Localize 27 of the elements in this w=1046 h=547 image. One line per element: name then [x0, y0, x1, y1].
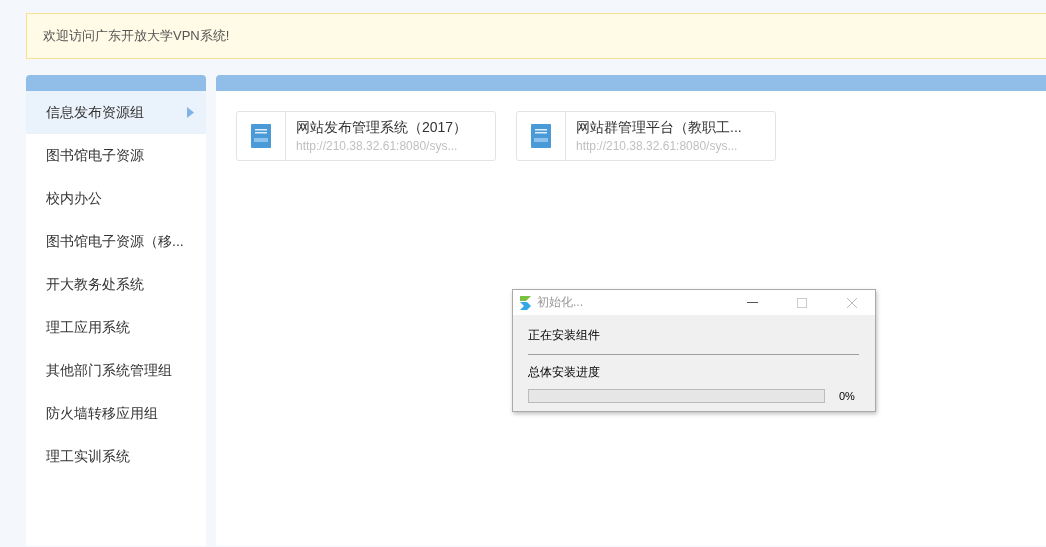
maximize-icon[interactable]: [797, 297, 807, 308]
minimize-icon[interactable]: [746, 301, 758, 304]
dialog-title: 初始化...: [537, 294, 584, 311]
progress-reading: 0%: [839, 390, 855, 402]
sidebar-item[interactable]: 理工应用系统: [26, 306, 206, 349]
sidebar-item[interactable]: 图书馆电子资源: [26, 134, 206, 177]
welcome-banner: 欢迎访问广东开放大学VPN系统!: [26, 13, 1046, 59]
resource-url: http://210.38.32.61:8080/sys...: [576, 139, 739, 153]
close-icon[interactable]: [847, 297, 857, 308]
resource-title: 网站群管理平台（教职工...: [576, 119, 742, 137]
sidebar-item[interactable]: 信息发布资源组: [26, 91, 206, 134]
resource-url: http://210.38.32.61:8080/sys...: [296, 139, 459, 153]
resource-card[interactable]: 网站群管理平台（教职工... http://210.38.32.61:8080/sys...: [516, 111, 776, 161]
status-text: 正在安装组件: [528, 327, 859, 355]
document-icon: [251, 124, 271, 148]
sidebar-item[interactable]: 其他部门系统管理组: [26, 349, 206, 392]
sidebar-item[interactable]: 校内办公: [26, 177, 206, 220]
app-logo-icon: [517, 294, 533, 311]
sidebar-item[interactable]: 理工实训系统: [26, 435, 206, 478]
sidebar-item[interactable]: 图书馆电子资源（移...: [26, 220, 206, 263]
resource-title: 网站发布管理系统（2017）: [296, 119, 468, 137]
caret-icon: [187, 107, 194, 118]
sidebar-item[interactable]: 开大教务处系统: [26, 263, 206, 306]
sidebar-item[interactable]: 防火墙转移应用组: [26, 392, 206, 435]
progress-label: 总体安装进度: [528, 364, 601, 381]
resource-card[interactable]: 网站发布管理系统（2017） http://210.38.32.61:8080/sys...: [236, 111, 496, 161]
document-icon: [531, 124, 551, 148]
